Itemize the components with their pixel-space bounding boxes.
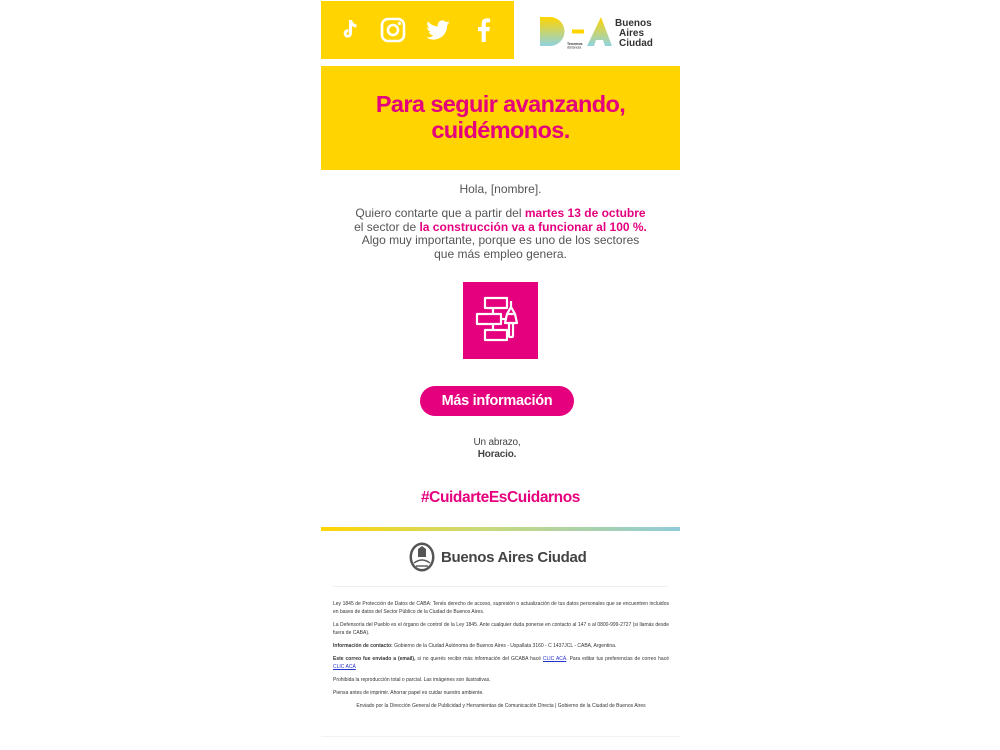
- hero-title: Para seguir avanzando, cuidémonos.: [321, 91, 680, 143]
- facebook-icon[interactable]: [469, 15, 499, 45]
- footer-unsubscribe: Este correo fue enviado a (email), si no…: [333, 656, 669, 670]
- footer-print-note: Piensa antes de imprimir. Ahorrar papel …: [333, 690, 484, 696]
- message-body: Quiero contarte que a partir del martes …: [321, 206, 680, 261]
- hero-line-1: Para seguir avanzando,: [375, 91, 626, 117]
- message-text: que más empleo genera.: [434, 246, 567, 261]
- instagram-icon[interactable]: [378, 15, 408, 45]
- hero-banner: Para seguir avanzando, cuidémonos.: [321, 66, 680, 170]
- footer-sent-by: Enviado por la Dirección General de Publ…: [356, 703, 646, 709]
- city-crest-icon: [409, 542, 435, 572]
- social-bar: [321, 1, 514, 59]
- preferences-link[interactable]: CLIC ACÁ: [333, 664, 356, 670]
- more-info-button[interactable]: Más información: [420, 386, 574, 416]
- bottom-divider: [321, 736, 680, 737]
- footer-prohibited: Prohibida la reproducción total o parcia…: [333, 677, 491, 683]
- footer-contact: Información de contacto: Gobierno de la …: [333, 643, 617, 649]
- tiktok-icon[interactable]: [335, 15, 365, 45]
- signature-line-2: Horacio.: [477, 449, 517, 460]
- buenos-aires-logo: Tenemos distancia Buenos Aires Ciudad: [537, 14, 667, 50]
- construction-icon: [463, 282, 538, 359]
- email-body: Tenemos distancia Buenos Aires Ciudad Pa…: [321, 0, 680, 750]
- message-highlight-sector: la construcción va a funcionar al 100 %.: [419, 219, 647, 234]
- hashtag: #CuidarteEsCuidarnos: [420, 489, 581, 506]
- greeting: Hola, [nombre].: [459, 182, 542, 196]
- footer-ombudsman: La Defensoría del Pueblo es el órgano de…: [333, 622, 669, 636]
- gradient-divider: [321, 527, 680, 531]
- footer-brand-name: Buenos Aires Ciudad: [441, 549, 587, 566]
- footer-brand: Buenos Aires Ciudad: [408, 541, 598, 575]
- message-highlight-date: martes 13 de octubre: [524, 206, 646, 220]
- signature: Un abrazo, Horacio.: [321, 437, 673, 461]
- footer-separator: [333, 586, 668, 587]
- logo-line-3: Ciudad: [619, 38, 653, 49]
- twitter-icon[interactable]: [423, 15, 453, 45]
- message-text: el sector de: [354, 219, 420, 234]
- logo-tagline-2: distancia: [567, 46, 581, 50]
- footer-law: Ley 1845 de Protección de Datos de CABA:…: [333, 601, 669, 615]
- unsubscribe-link[interactable]: CLIC ACÁ: [543, 656, 566, 662]
- signature-line-1: Un abrazo,: [473, 437, 521, 448]
- hero-line-2: cuidémonos.: [431, 117, 570, 143]
- message-text: Algo muy importante, porque es uno de lo…: [361, 233, 640, 247]
- message-text: Quiero contarte que a partir del: [355, 206, 525, 220]
